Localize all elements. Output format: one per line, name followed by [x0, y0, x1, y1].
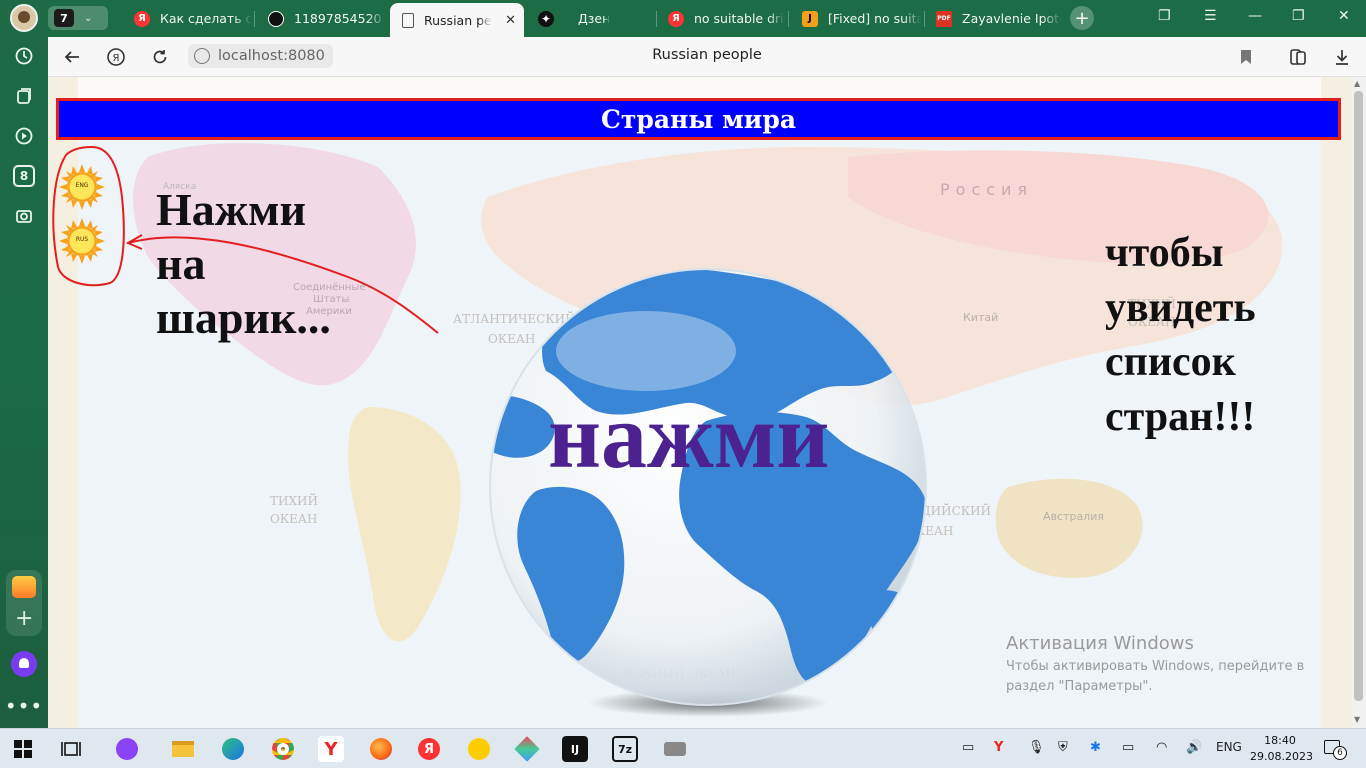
edge-icon[interactable] — [220, 736, 246, 762]
tray-microphone-icon[interactable]: 🎙 — [1028, 740, 1045, 755]
activation-line1: Чтобы активировать Windows, перейдите в — [1006, 659, 1305, 674]
yandex-app-icon[interactable]: Я — [416, 736, 442, 762]
tab-dzen[interactable]: ✦ Дзен — [526, 4, 656, 33]
clock-time: 18:40 — [1264, 734, 1296, 747]
tab-russian-people[interactable]: Russian people ✕ — [390, 3, 524, 37]
sourcetree-icon[interactable] — [514, 736, 540, 762]
clock-date: 29.08.2023 — [1250, 750, 1313, 763]
map-label-russia: Россия — [940, 180, 1033, 199]
chevron-down-icon[interactable]: ⌄ — [84, 13, 92, 24]
tray-yandex-icon[interactable]: Y — [994, 740, 1003, 755]
yandex-browser-icon[interactable]: Y — [318, 736, 344, 762]
scroll-down-icon[interactable]: ▼ — [1354, 715, 1360, 724]
video-icon[interactable] — [8, 120, 40, 152]
svg-text:ТИХИЙ: ТИХИЙ — [270, 492, 318, 508]
alice-assistant-icon[interactable] — [11, 651, 37, 677]
tab-count-badge: 7 — [54, 9, 74, 27]
page-favicon-icon — [402, 12, 414, 28]
taskbar-clock[interactable]: 18:40 29.08.2023 — [1250, 733, 1313, 765]
red-annotation-arrow — [52, 145, 439, 334]
windows-start-icon[interactable] — [10, 736, 36, 762]
menu-icon[interactable]: ☰ — [1204, 8, 1217, 24]
restore-icon[interactable]: ❐ — [1292, 8, 1305, 24]
page-title: Russian people — [652, 47, 762, 63]
screenshot-icon[interactable] — [8, 200, 40, 232]
yandex-favicon-icon: Я — [668, 10, 684, 27]
tab-how-to-screenshot[interactable]: Я Как сделать скриншот — [122, 4, 252, 33]
download-icon[interactable] — [1330, 45, 1354, 69]
address-bar: Я localhost:8080 Russian people — [48, 37, 1366, 77]
tab-fixed-driver[interactable]: J [Fixed] no suitable driver — [790, 4, 922, 33]
page-viewport: Россия Китай Австралия Аляска Соединённы… — [48, 77, 1351, 728]
tab-groups-button[interactable]: 7 ⌄ — [48, 6, 108, 30]
pdf-favicon-icon: PDF — [936, 10, 952, 27]
profile-avatar[interactable] — [10, 4, 38, 32]
7zip-icon[interactable]: 7z — [612, 736, 638, 762]
dzen-favicon-icon: ✦ — [538, 10, 554, 27]
tray-security-icon[interactable]: ⛨ — [1058, 740, 1068, 755]
tab-zayavlenie[interactable]: PDF Zayavlenie Ipoteka — [924, 4, 1062, 33]
input-language[interactable]: ENG — [1216, 740, 1242, 754]
bookmark-icon[interactable] — [1234, 45, 1258, 69]
firefox-icon[interactable] — [368, 736, 394, 762]
vertical-scrollbar[interactable]: ▲ ▼ — [1351, 77, 1366, 728]
tray-bluetooth-icon[interactable]: ✱ — [1090, 740, 1101, 755]
tray-network-icon[interactable]: ◠ — [1156, 740, 1167, 755]
activation-heading: Активация Windows — [1006, 633, 1194, 654]
github-favicon-icon — [268, 10, 284, 27]
jetbrains-favicon-icon: J — [802, 10, 818, 27]
windows-taskbar: Y Я IJ 7z ▭ Y 🎙 ⛨ ✱ ▭ ◠ 🔊 ENG 18:40 29.0… — [0, 728, 1366, 768]
tray-monitor-icon[interactable]: ▭ — [962, 740, 974, 755]
globe-button[interactable] — [476, 261, 940, 725]
scanner-app-icon[interactable] — [662, 736, 688, 762]
mail-panel[interactable]: + — [6, 570, 42, 636]
yandex-favicon-icon: Я — [134, 10, 150, 27]
tab-strip: 7 ⌄ Я Как сделать скриншот 11897854520 (… — [48, 0, 1366, 37]
collections-icon[interactable] — [8, 80, 40, 112]
tray-volume-icon[interactable]: 🔊 — [1186, 740, 1202, 755]
svg-text:Австралия: Австралия — [1043, 510, 1104, 523]
scroll-up-icon[interactable]: ▲ — [1354, 79, 1360, 88]
counter-icon[interactable]: 8 — [8, 160, 40, 192]
activation-line2: раздел "Параметры". — [1006, 678, 1153, 694]
task-view-icon[interactable] — [58, 736, 84, 762]
tab-github[interactable]: 11897854520 (GitHub) — [256, 4, 386, 33]
add-panel-icon[interactable]: + — [15, 608, 33, 630]
new-tab-button[interactable]: + — [1070, 6, 1094, 30]
close-tab-icon[interactable]: ✕ — [505, 13, 516, 28]
more-icon[interactable]: ••• — [5, 690, 42, 722]
windows-activation-watermark: Активация Windows Чтобы активировать Win… — [1006, 630, 1304, 696]
minimize-icon[interactable]: — — [1248, 8, 1262, 24]
browser-side-panel: 8 + ••• — [0, 0, 48, 728]
tray-battery-icon[interactable]: ▭ — [1122, 740, 1134, 755]
svg-text:ОКЕАН: ОКЕАН — [270, 512, 317, 526]
reader-mode-icon[interactable] — [1286, 45, 1310, 69]
intellij-icon[interactable]: IJ — [562, 736, 588, 762]
tab-manager-icon[interactable]: ❐ — [1158, 8, 1171, 24]
mail-icon[interactable] — [12, 576, 36, 598]
scrollbar-thumb[interactable] — [1354, 91, 1363, 701]
file-explorer-icon[interactable] — [170, 736, 196, 762]
svg-text:Китай: Китай — [963, 311, 998, 324]
alice-taskbar-icon[interactable] — [114, 736, 140, 762]
notifications-icon[interactable]: 6 — [1324, 740, 1347, 760]
notifications-count: 6 — [1333, 746, 1347, 760]
hint-right-text: чтобы увидеть список стран!!! — [1105, 230, 1256, 440]
yandex-music-icon[interactable] — [466, 736, 492, 762]
chrome-icon[interactable] — [270, 736, 296, 762]
tab-no-suitable-driver[interactable]: Я no suitable driver found — [656, 4, 786, 33]
history-icon[interactable] — [8, 40, 40, 72]
close-window-icon[interactable]: ✕ — [1338, 8, 1350, 24]
